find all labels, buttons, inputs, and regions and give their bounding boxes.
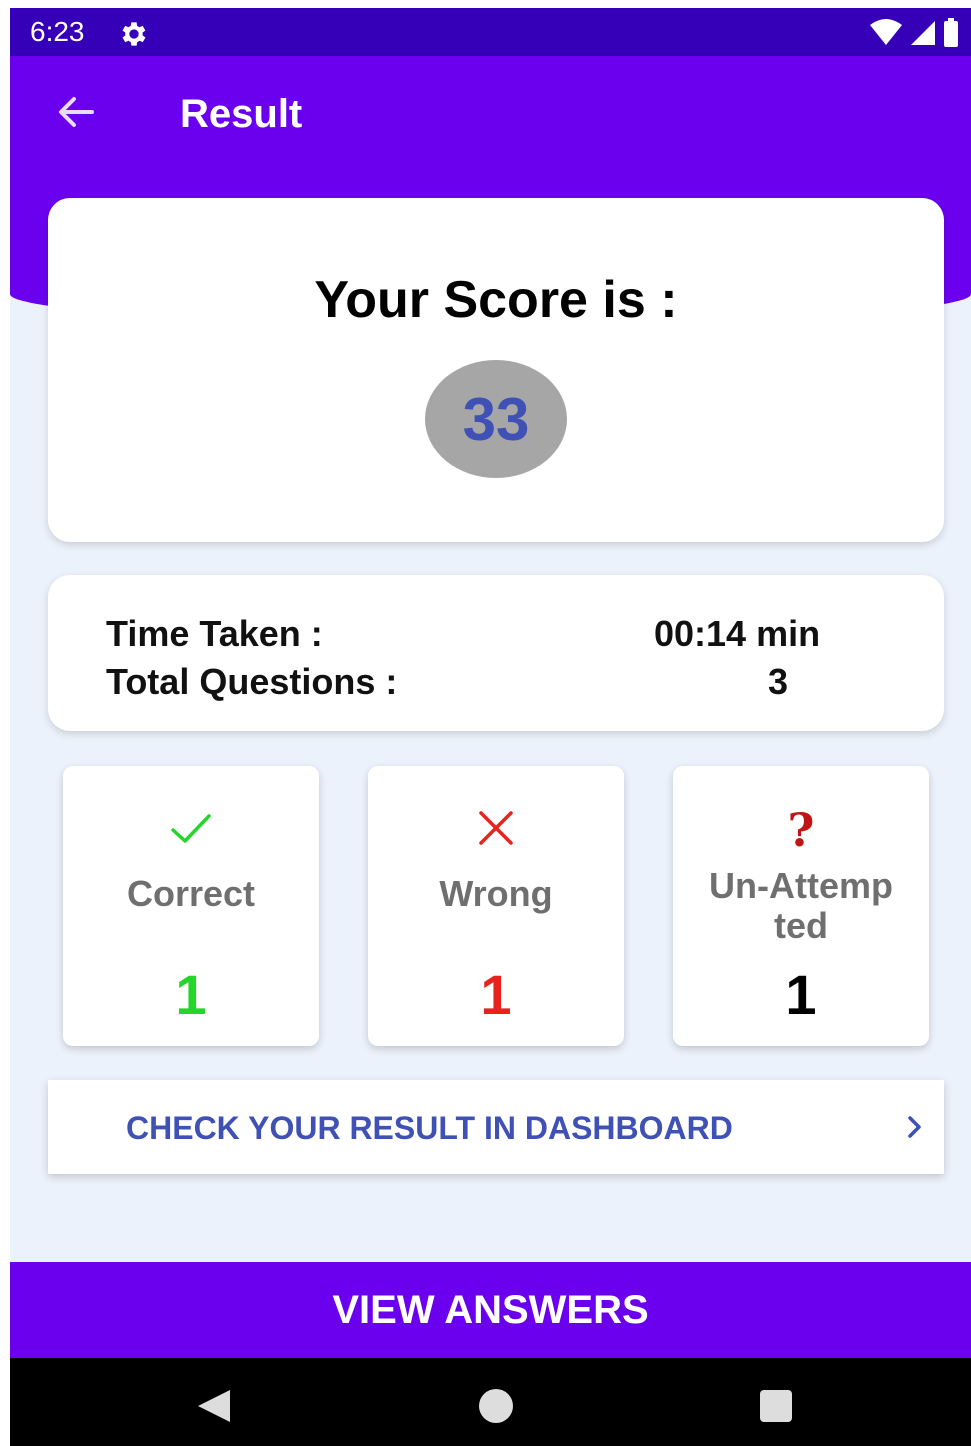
wifi-icon <box>870 19 902 45</box>
nav-home-icon[interactable] <box>478 1388 514 1424</box>
unattempted-label: Un-Attemp ted <box>673 866 929 946</box>
svg-text:?: ? <box>788 804 815 852</box>
wrong-count: 1 <box>480 963 512 1026</box>
question-icon: ? <box>788 804 815 852</box>
view-answers-button[interactable]: VIEW ANSWERS <box>10 1262 971 1358</box>
nav-back-icon[interactable] <box>196 1388 232 1424</box>
dashboard-link-label: CHECK YOUR RESULT IN DASHBOARD <box>126 1110 733 1146</box>
wrong-label: Wrong <box>439 873 553 914</box>
score-card: Your Score is : 33 <box>48 198 944 542</box>
total-questions-label: Total Questions : <box>106 661 398 702</box>
signal-icon <box>911 21 935 45</box>
battery-icon <box>944 18 958 47</box>
unattempted-label-line1: Un-Attemp <box>709 865 893 906</box>
score-value: 33 <box>425 360 567 478</box>
phone-screen: 6:23 Result Your Score is : 33 Time Take… <box>10 8 971 1446</box>
total-questions-value: 3 <box>768 661 789 702</box>
unattempted-count: 1 <box>785 963 817 1026</box>
wrong-stat-card: Wrong 1 <box>368 766 624 1046</box>
score-label: Your Score is : <box>314 271 678 329</box>
back-arrow-icon[interactable] <box>54 90 98 134</box>
nav-recents-icon[interactable] <box>758 1388 794 1424</box>
chevron-right-icon <box>908 1116 921 1138</box>
info-card: Time Taken : 00:14 min Total Questions :… <box>48 575 944 731</box>
correct-count: 1 <box>175 963 207 1026</box>
time-taken-label: Time Taken : <box>106 613 323 654</box>
correct-stat-card: Correct 1 <box>63 766 319 1046</box>
close-icon <box>479 811 513 845</box>
unattempted-stat-card: ? Un-Attemp ted 1 <box>673 766 929 1046</box>
unattempted-label-line2: ted <box>774 905 828 946</box>
correct-label: Correct <box>126 873 256 914</box>
dashboard-link-button[interactable]: CHECK YOUR RESULT IN DASHBOARD <box>48 1080 944 1174</box>
status-bar: 6:23 <box>10 8 971 56</box>
check-icon <box>171 814 211 843</box>
status-time: 6:23 <box>30 16 85 47</box>
settings-gear-icon <box>122 22 146 46</box>
time-taken-value: 00:14 min <box>654 613 821 654</box>
status-icons <box>869 18 959 48</box>
page-title: Result <box>180 92 303 136</box>
system-nav-bar <box>10 1358 971 1446</box>
